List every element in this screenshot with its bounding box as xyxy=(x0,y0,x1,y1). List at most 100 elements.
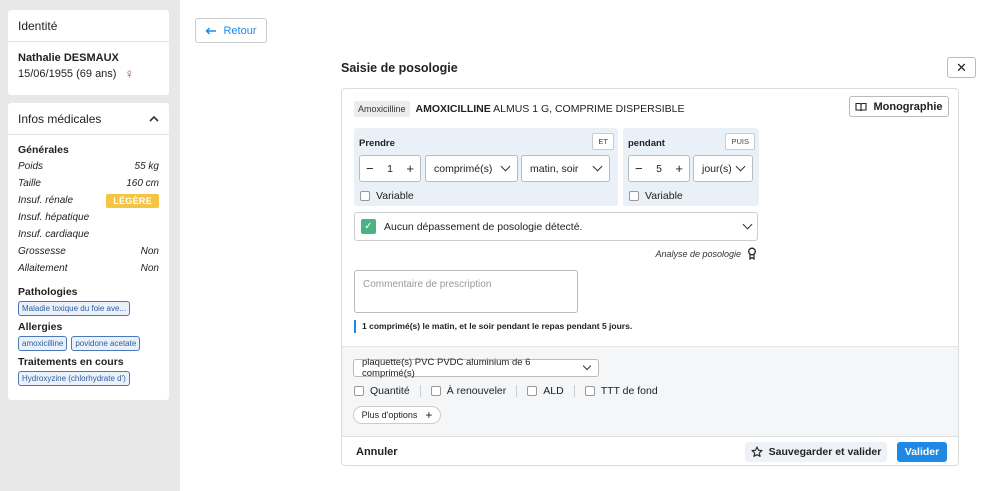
back-button[interactable]: Retour xyxy=(195,18,267,43)
female-icon: ♀ xyxy=(124,66,135,81)
star-icon xyxy=(751,446,763,457)
treatments-list: Hydroxyzine (chlorhydrate d') xyxy=(8,370,169,386)
medical-info-title: Infos médicales xyxy=(18,111,102,126)
allergies-list: amoxicilline povidone acetate xyxy=(8,335,169,351)
option-label: TTT de fond xyxy=(600,385,658,397)
patient-name: Nathalie DESMAUX xyxy=(18,52,119,64)
duration-section: pendant PUIS − 5 + jour(s) Variable xyxy=(623,128,759,206)
checkbox-icon[interactable] xyxy=(354,386,364,396)
patient-dob: 15/06/1955 (69 ans) xyxy=(18,67,117,80)
medical-row-weight: Poids 55 kg xyxy=(8,158,169,175)
packaging-select[interactable]: plaquette(s) PVC PVDC aluminium de 6 com… xyxy=(353,357,599,379)
quantity-value[interactable]: 1 xyxy=(387,163,393,175)
posology-panel: Amoxicilline AMOXICILLINE ALMUS 1 G, COM… xyxy=(341,88,959,466)
checkbox-icon[interactable] xyxy=(430,386,441,396)
chevron-down-icon xyxy=(735,161,746,172)
close-button[interactable]: ✕ xyxy=(947,57,976,78)
posology-check-row[interactable]: ✓ Aucun dépassement de posologie détecté… xyxy=(354,212,758,241)
modal-title: Saisie de posologie xyxy=(341,61,458,75)
check-icon: ✓ xyxy=(361,219,376,234)
option-ald[interactable]: ALD xyxy=(516,385,573,397)
duration-unit-select[interactable]: jour(s) xyxy=(693,155,753,182)
chevron-down-icon xyxy=(582,361,592,371)
variable-label: Variable xyxy=(645,190,683,202)
medical-row-label: Allaitement xyxy=(18,263,68,274)
save-and-validate-label: Sauvegarder et valider xyxy=(768,446,882,458)
monograph-label: Monographie xyxy=(873,100,943,113)
checkbox-icon[interactable] xyxy=(629,191,639,201)
treatment-chip[interactable]: Hydroxyzine (chlorhydrate d') xyxy=(18,371,130,386)
posology-check-message: Aucun dépassement de posologie détecté. xyxy=(384,220,583,233)
drug-brand: AMOXICILLINE xyxy=(415,103,491,115)
option-label: ALD xyxy=(543,385,564,397)
close-icon: ✕ xyxy=(956,59,967,75)
option-renew[interactable]: À renouveler xyxy=(419,385,517,397)
medical-row-label: Taille xyxy=(18,178,41,189)
duration-value[interactable]: 5 xyxy=(656,163,662,175)
options-row: Quantité À renouveler ALD TTT de fond xyxy=(354,385,668,397)
identity-header: Identité xyxy=(8,10,169,42)
option-background-treatment[interactable]: TTT de fond xyxy=(573,385,668,397)
option-quantity[interactable]: Quantité xyxy=(354,385,420,397)
moment-value: matin, soir xyxy=(530,162,579,175)
back-label: Retour xyxy=(223,24,257,37)
plus-icon[interactable]: + xyxy=(675,161,683,176)
prescription-comment-input[interactable]: Commentaire de prescription xyxy=(354,270,578,313)
medical-info-card: Infos médicales Générales Poids 55 kg Ta… xyxy=(8,103,169,400)
validate-button[interactable]: Valider xyxy=(897,442,947,462)
duration-label: pendant xyxy=(628,138,665,149)
and-button[interactable]: ET xyxy=(592,133,614,150)
chevron-down-icon xyxy=(592,161,603,172)
unit-value: comprimé(s) xyxy=(434,162,493,175)
patient-dob-row: 15/06/1955 (69 ans) ♀ xyxy=(18,67,159,80)
medical-row-value: 55 kg xyxy=(134,161,159,172)
drug-description: ALMUS 1 G, COMPRIME DISPERSIBLE xyxy=(490,103,685,115)
medical-row-label: Insuf. rénale xyxy=(18,195,74,206)
allergy-chip[interactable]: povidone acetate xyxy=(71,336,141,351)
chevron-up-icon[interactable] xyxy=(149,115,159,122)
award-icon xyxy=(748,247,756,260)
option-label: À renouveler xyxy=(446,385,507,397)
pathologies-title: Pathologies xyxy=(18,286,78,298)
minus-icon[interactable]: − xyxy=(366,161,374,176)
drug-row: Amoxicilline AMOXICILLINE ALMUS 1 G, COM… xyxy=(354,101,684,117)
checkbox-icon[interactable] xyxy=(360,191,370,201)
plus-icon[interactable]: + xyxy=(406,161,414,176)
chevron-down-icon[interactable] xyxy=(742,219,753,230)
medical-row-value: Non xyxy=(140,246,159,257)
identity-title: Identité xyxy=(18,18,58,33)
option-label: Quantité xyxy=(370,385,410,397)
allergy-chip[interactable]: amoxicilline xyxy=(18,336,68,351)
medical-row-value: 160 cm xyxy=(126,178,159,189)
medical-row-cardiac: Insuf. cardiaque xyxy=(8,226,169,243)
save-and-validate-button[interactable]: Sauvegarder et valider xyxy=(745,442,887,462)
allergies-title: Allergies xyxy=(18,321,63,333)
drug-substance-tag: Amoxicilline xyxy=(354,101,410,117)
checkbox-icon[interactable] xyxy=(584,386,595,396)
medical-row-label: Insuf. hépatique xyxy=(18,212,90,223)
medical-row-renal: Insuf. rénale LÉGÈRE xyxy=(8,192,169,209)
duration-variable-checkbox[interactable]: Variable xyxy=(629,190,683,202)
medical-row-height: Taille 160 cm xyxy=(8,175,169,192)
unit-select[interactable]: comprimé(s) xyxy=(425,155,518,182)
minus-icon[interactable]: − xyxy=(635,161,643,176)
drug-name: AMOXICILLINE ALMUS 1 G, COMPRIME DISPERS… xyxy=(416,103,685,115)
medical-row-breastfeeding: Allaitement Non xyxy=(8,260,169,277)
more-options-label: Plus d'options xyxy=(361,410,418,420)
then-button[interactable]: PUIS xyxy=(725,133,755,150)
medical-info-header[interactable]: Infos médicales xyxy=(8,103,169,135)
cancel-button[interactable]: Annuler xyxy=(356,446,398,458)
medical-row-value: Non xyxy=(140,263,159,274)
posology-summary: 1 comprimé(s) le matin, et le soir penda… xyxy=(354,320,632,333)
packaging-value: plaquette(s) PVC PVDC aluminium de 6 com… xyxy=(362,357,531,379)
posology-analysis: Analyse de posologie xyxy=(655,247,757,260)
duration-stepper: − 5 + xyxy=(628,155,690,182)
more-options-button[interactable]: Plus d'options + xyxy=(353,406,441,424)
treatments-title: Traitements en cours xyxy=(18,356,124,368)
checkbox-icon[interactable] xyxy=(527,386,538,396)
moment-select[interactable]: matin, soir xyxy=(521,155,610,182)
pathology-chip[interactable]: Maladie toxique du foie ave... xyxy=(18,301,131,316)
take-variable-checkbox[interactable]: Variable xyxy=(360,190,414,202)
monograph-button[interactable]: Monographie xyxy=(849,96,949,117)
validate-label: Valider xyxy=(904,446,940,458)
